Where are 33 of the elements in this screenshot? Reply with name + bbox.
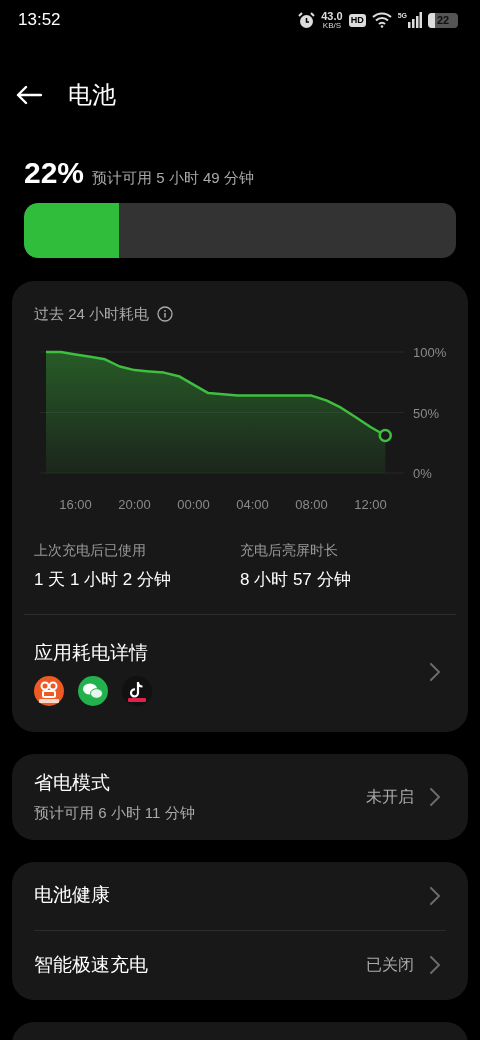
app-usage-row[interactable]: 应用耗电详情: [24, 615, 456, 706]
battery-estimate: 预计可用 5 小时 49 分钟: [92, 168, 254, 188]
app-usage-title: 应用耗电详情: [34, 641, 149, 665]
settings-status: 已关闭: [366, 955, 414, 975]
settings-label: 智能极速充电: [34, 952, 148, 977]
x-axis-label: 20:00: [118, 496, 151, 512]
x-axis-label: 00:00: [177, 496, 210, 512]
stat-value: 1 天 1 小时 2 分钟: [34, 568, 172, 591]
y-axis-label: 50%: [413, 405, 440, 420]
settings-label: 电池健康: [34, 883, 110, 908]
x-axis-label: 16:00: [59, 496, 92, 512]
battery-percent: 22%: [24, 155, 85, 191]
usage-card-title: 过去 24 小时耗电: [34, 304, 150, 324]
settings-row[interactable]: 电池健康: [34, 861, 446, 931]
hd-badge: HD: [348, 13, 366, 27]
stat-value: 8 小时 57 分钟: [240, 568, 352, 591]
x-axis-label: 12:00: [354, 496, 387, 512]
status-time: 13:52: [18, 9, 61, 32]
battery-indicator: 22: [428, 12, 458, 28]
power-saving-row[interactable]: 省电模式 预计可用 6 小时 11 分钟 未开启: [12, 753, 468, 840]
y-axis-label: 100%: [413, 344, 447, 360]
x-axis-label: 08:00: [295, 496, 328, 512]
power-saving-status: 未开启: [366, 786, 414, 807]
net-speed: 43.0: [321, 10, 343, 22]
x-axis-label: 04:00: [236, 496, 269, 512]
page-title: 电池: [68, 80, 116, 110]
settings-row[interactable]: 智能极速充电 已关闭: [34, 930, 446, 1000]
net-speed-unit: KB/S: [322, 21, 342, 30]
stat-label: 上次充电后已使用: [34, 540, 147, 560]
power-saving-subtitle: 预计可用 6 小时 11 分钟: [34, 802, 195, 823]
power-saving-title: 省电模式: [34, 771, 111, 795]
y-axis-label: 0%: [413, 465, 432, 481]
stat-label: 充电后亮屏时长: [240, 540, 339, 560]
